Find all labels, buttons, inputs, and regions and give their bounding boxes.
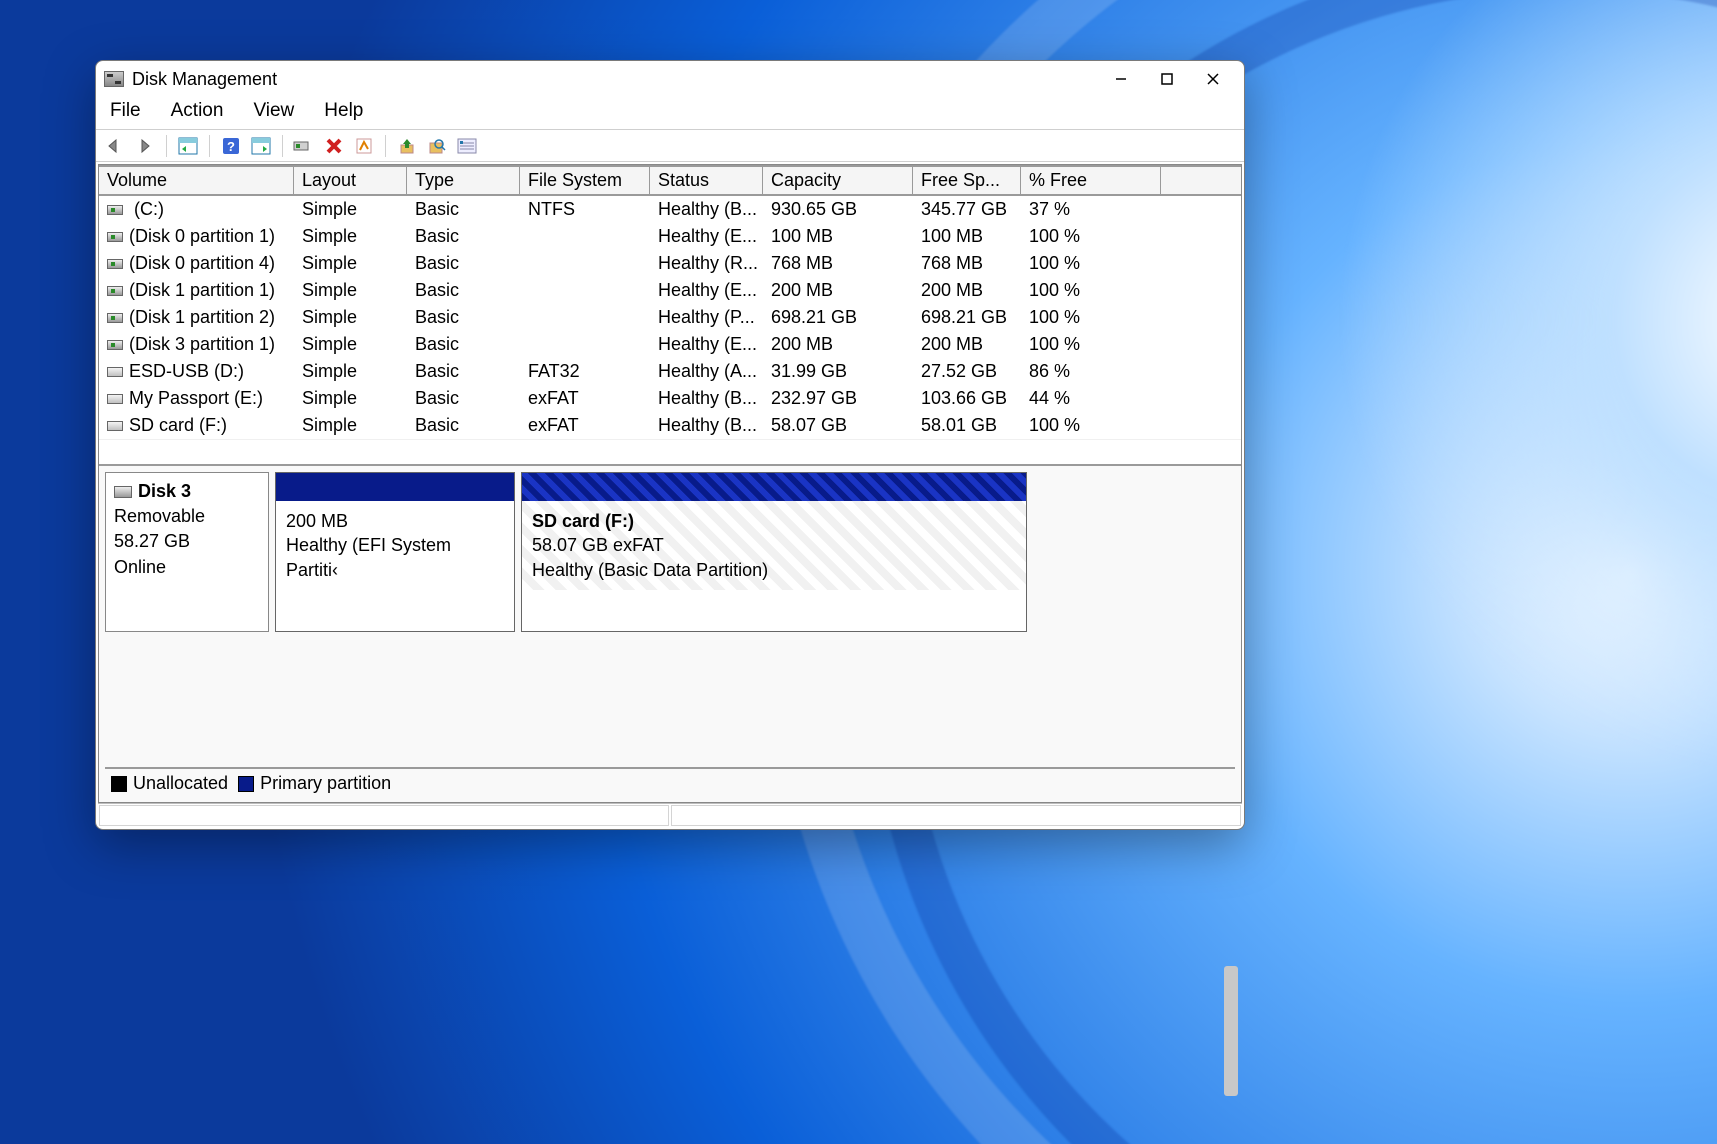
disk-management-window: Disk Management File Action View Help ?: [95, 60, 1245, 830]
volume-icon: [107, 205, 123, 215]
help-button[interactable]: ?: [218, 134, 244, 158]
statusbar-cell: [99, 805, 669, 826]
menu-help[interactable]: Help: [320, 99, 367, 123]
volume-icon: [107, 313, 123, 323]
menu-view[interactable]: View: [249, 99, 298, 123]
partition-size: 58.07 GB exFAT: [532, 533, 1016, 557]
close-button[interactable]: [1190, 64, 1236, 94]
partition-size: 200 MB: [286, 509, 504, 533]
app-icon: [104, 71, 124, 87]
partition-header: [522, 473, 1026, 501]
col-status[interactable]: Status: [650, 167, 763, 194]
properties-button[interactable]: [351, 134, 377, 158]
back-button[interactable]: [102, 134, 128, 158]
statusbar: [98, 803, 1242, 827]
partition-header: [276, 473, 514, 501]
scrollbar[interactable]: [1224, 966, 1238, 1096]
col-volume[interactable]: Volume: [99, 167, 294, 194]
legend-unallocated-label: Unallocated: [133, 773, 228, 793]
col-filesystem[interactable]: File System: [520, 167, 650, 194]
col-pctfree[interactable]: % Free: [1021, 167, 1161, 194]
volume-icon: [107, 340, 123, 350]
desktop-wallpaper: Disk Management File Action View Help ?: [0, 0, 1717, 1144]
legend-primary-label: Primary partition: [260, 773, 391, 793]
partition-status: Healthy (EFI System Partiti‹: [286, 533, 504, 582]
list-button[interactable]: [454, 134, 480, 158]
partition[interactable]: SD card (F:)58.07 GB exFATHealthy (Basic…: [521, 472, 1027, 632]
volume-row[interactable]: (Disk 1 partition 1)SimpleBasicHealthy (…: [99, 277, 1241, 304]
menu-action[interactable]: Action: [167, 99, 228, 123]
disk-settings-button[interactable]: [291, 134, 317, 158]
legend-unallocated-swatch: [111, 776, 127, 792]
search-button[interactable]: [424, 134, 450, 158]
volume-list: (C:)SimpleBasicNTFSHealthy (B...930.65 G…: [99, 196, 1241, 439]
partition-name: SD card (F:): [532, 509, 1016, 533]
upload-button[interactable]: [394, 134, 420, 158]
col-type[interactable]: Type: [407, 167, 520, 194]
volume-row[interactable]: (C:)SimpleBasicNTFSHealthy (B...930.65 G…: [99, 196, 1241, 223]
disk-row[interactable]: Disk 3 Removable 58.27 GB Online 200 MBH…: [105, 472, 1235, 632]
menubar: File Action View Help: [96, 97, 1244, 130]
volume-icon: [107, 232, 123, 242]
titlebar[interactable]: Disk Management: [96, 61, 1244, 97]
minimize-button[interactable]: [1098, 64, 1144, 94]
volume-icon: [107, 259, 123, 269]
legend: Unallocated Primary partition: [105, 767, 1235, 798]
volume-row[interactable]: SD card (F:)SimpleBasicexFATHealthy (B..…: [99, 412, 1241, 439]
disk-size: 58.27 GB: [114, 531, 190, 551]
volume-icon: [107, 421, 123, 431]
maximize-button[interactable]: [1144, 64, 1190, 94]
volume-row[interactable]: (Disk 1 partition 2)SimpleBasicHealthy (…: [99, 304, 1241, 331]
volume-icon: [107, 286, 123, 296]
legend-primary-swatch: [238, 776, 254, 792]
disk-label[interactable]: Disk 3 Removable 58.27 GB Online: [105, 472, 269, 632]
partition[interactable]: 200 MBHealthy (EFI System Partiti‹: [275, 472, 515, 632]
disk-name: Disk 3: [138, 481, 191, 501]
disk-media: Removable: [114, 506, 205, 526]
show-hide-console-tree-button[interactable]: [175, 134, 201, 158]
volume-row[interactable]: My Passport (E:)SimpleBasicexFATHealthy …: [99, 385, 1241, 412]
disk-icon: [114, 486, 132, 498]
window-title: Disk Management: [132, 69, 277, 90]
volume-row[interactable]: (Disk 0 partition 4)SimpleBasicHealthy (…: [99, 250, 1241, 277]
toolbar: ?: [96, 130, 1244, 162]
volume-row[interactable]: (Disk 0 partition 1)SimpleBasicHealthy (…: [99, 223, 1241, 250]
menu-file[interactable]: File: [106, 99, 145, 123]
forward-button[interactable]: [132, 134, 158, 158]
svg-text:?: ?: [227, 139, 235, 154]
volume-icon: [107, 394, 123, 404]
volume-icon: [107, 367, 123, 377]
partition-status: Healthy (Basic Data Partition): [532, 558, 1016, 582]
volume-row[interactable]: (Disk 3 partition 1)SimpleBasicHealthy (…: [99, 331, 1241, 358]
col-freespace[interactable]: Free Sp...: [913, 167, 1021, 194]
volume-row[interactable]: ESD-USB (D:)SimpleBasicFAT32Healthy (A..…: [99, 358, 1241, 385]
volume-list-header: Volume Layout Type File System Status Ca…: [99, 165, 1241, 196]
content-area: Volume Layout Type File System Status Ca…: [98, 164, 1242, 803]
statusbar-cell: [671, 805, 1241, 826]
disk-graphic-pane: Disk 3 Removable 58.27 GB Online 200 MBH…: [99, 464, 1241, 802]
partition-area: 200 MBHealthy (EFI System Partiti‹SD car…: [269, 472, 1235, 632]
col-layout[interactable]: Layout: [294, 167, 407, 194]
col-capacity[interactable]: Capacity: [763, 167, 913, 194]
show-hide-action-pane-button[interactable]: [248, 134, 274, 158]
disk-state: Online: [114, 557, 166, 577]
delete-button[interactable]: [321, 134, 347, 158]
